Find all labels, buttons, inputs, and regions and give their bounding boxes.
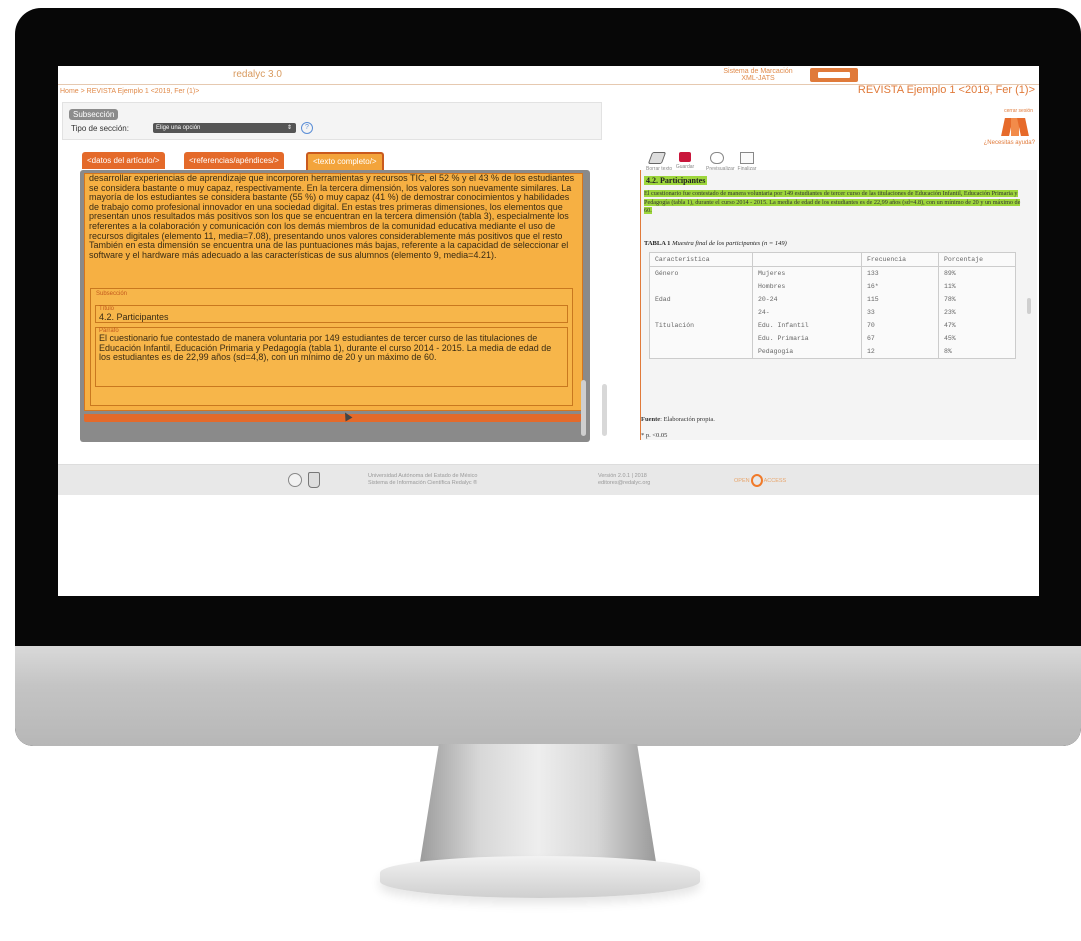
title-text[interactable]: 4.2. Participantes [99, 312, 169, 322]
subsection-label: Subsección [96, 291, 128, 297]
paragraph-text[interactable]: El cuestionario fue contestado de manera… [99, 333, 561, 363]
table-source: Fuente: Elaboración propia. [641, 416, 715, 423]
monitor-stand [420, 744, 656, 862]
cloud-icon [710, 152, 724, 164]
xml-jats-icon [810, 68, 858, 82]
screen: redalyc 3.0 Sistema de Marcación XML-JAT… [58, 66, 1039, 596]
save-icon [679, 152, 691, 162]
table-row: 24- 33 23% [649, 306, 1016, 319]
table-header [752, 252, 862, 267]
title-box[interactable]: Título 4.2. Participantes [95, 305, 568, 323]
clock-icon[interactable] [288, 473, 302, 487]
editor-bottom-border [84, 414, 581, 422]
monitor-chin [15, 646, 1081, 746]
table-row: Edu. Primaria 67 45% [649, 332, 1016, 345]
table-header: Frecuencia [861, 252, 939, 267]
save-button[interactable]: Guardar [674, 152, 696, 170]
redalyc-logo[interactable]: redalyc 3.0 [233, 69, 282, 80]
page-scrollbar[interactable] [602, 384, 607, 436]
tab-datos-articulo[interactable]: <datos del artículo/> [82, 152, 165, 169]
preview-button[interactable]: Previsualizar [706, 152, 735, 172]
preview-scrollbar[interactable] [1027, 298, 1031, 314]
table-header: Porcentaje [938, 252, 1016, 267]
editor-content[interactable]: desarrollar experiencias de aprendizaje … [84, 173, 583, 411]
subsection-block[interactable]: Subsección Título 4.2. Participantes Pár… [90, 288, 573, 406]
table-note: * p. <0.05 [641, 432, 668, 439]
finish-button[interactable]: Finalizar [736, 152, 758, 172]
editor-scrollbar[interactable] [581, 380, 586, 436]
subsection-tab[interactable]: Subsección [69, 109, 119, 120]
subsection-panel: Subsección Tipo de sección: Elige una op… [62, 102, 602, 140]
preview-paragraph: El cuestionario fue contestado de manera… [644, 190, 1021, 215]
table-row: Pedagogía 12 8% [649, 345, 1016, 359]
help-question-icon[interactable]: ? [301, 122, 313, 134]
table-header: Característica [649, 252, 753, 267]
table-row: Género Mujeres 133 89% [649, 266, 1016, 280]
tab-referencias-apendices[interactable]: <referencias/apéndices/> [184, 152, 284, 169]
erase-text-button[interactable]: Borrar texto [646, 152, 672, 172]
paragraph-box[interactable]: Párrafo El cuestionario fue contestado d… [95, 327, 568, 387]
select-arrows-icon: ⇕ [286, 125, 292, 131]
breadcrumb[interactable]: Home > REVISTA Ejemplo 1 <2019, Fer (1)> [60, 88, 199, 95]
finish-icon [740, 152, 754, 164]
logout-link[interactable]: cerrar sesión [1004, 108, 1033, 114]
participants-table: Característica Frecuencia Porcentaje Gén… [649, 252, 1016, 359]
section-type-select[interactable]: Elige una opción ⇕ [153, 123, 296, 133]
footer-version: Versión 2.0.1 | 2018 editores@redalyc.or… [598, 473, 651, 486]
preview-panel: 4.2. Participantes El cuestionario fue c… [640, 170, 1037, 440]
system-name: Sistema de Marcación XML-JATS [723, 68, 793, 82]
table-row: Titulación Edu. Infantil 70 47% [649, 319, 1016, 332]
help-link[interactable]: ¿Necesitas ayuda? [984, 140, 1035, 146]
table-caption: TABLA 1 Muestra final de los participant… [644, 240, 787, 247]
section-type-label: Tipo de sección: [71, 124, 129, 133]
editor-panel: desarrollar experiencias de aprendizaje … [80, 170, 590, 442]
eraser-icon [647, 152, 667, 164]
table-row: Hombres 16* 11% [649, 280, 1016, 293]
monitor-base [380, 856, 700, 898]
open-access-logo: OPEN ACCESS [734, 474, 786, 487]
editor-paragraph[interactable]: desarrollar experiencias de aprendizaje … [85, 174, 582, 260]
table-row: Edad 20-24 115 78% [649, 293, 1016, 306]
open-access-icon [750, 474, 763, 487]
journal-title: REVISTA Ejemplo 1 <2019, Fer (1)> [857, 84, 1035, 96]
help-logo-icon[interactable] [1001, 118, 1029, 136]
tab-texto-completo[interactable]: <texto completo/> [306, 152, 384, 171]
footer: Universidad Autónoma del Estado de Méxic… [58, 464, 1039, 495]
footer-university: Universidad Autónoma del Estado de Méxic… [368, 473, 478, 486]
trash-icon[interactable] [308, 472, 320, 488]
preview-heading: 4.2. Participantes [644, 176, 708, 185]
top-bar: redalyc 3.0 Sistema de Marcación XML-JAT… [58, 66, 1039, 85]
